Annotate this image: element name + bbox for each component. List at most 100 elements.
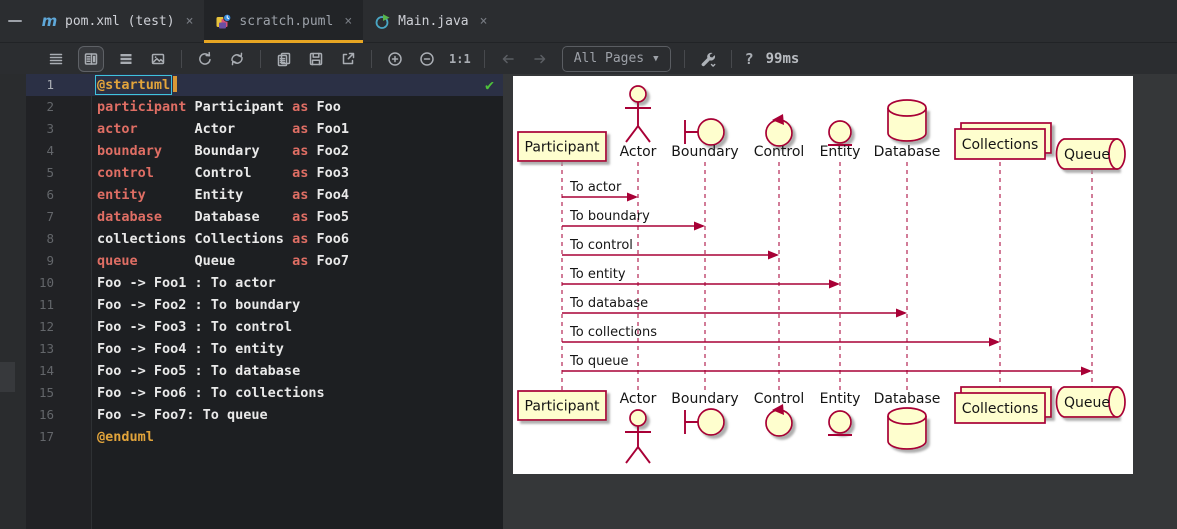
participant-Foo1-top[interactable]: Actor [620,85,657,160]
code-line-8[interactable]: 8 collections Collections as Foo6 [26,228,503,250]
code-text: @enduml [97,429,154,445]
message-5: To database [562,296,907,318]
code-text: queue Queue as Foo7 [97,253,349,269]
split-source-preview-icon[interactable] [78,45,104,72]
save-diagram-icon[interactable] [306,49,326,69]
export-diagram-icon[interactable] [338,49,358,69]
code-line-4[interactable]: 4 boundary Boundary as Foo2 [26,140,503,162]
view-image-icon[interactable] [148,49,168,69]
code-line-10[interactable]: 10 Foo -> Foo1 : To actor [26,272,503,294]
participant-Foo-top[interactable]: Participant [517,131,607,162]
message-label: To collections [569,325,657,340]
code-line-2[interactable]: 2 participant Participant as Foo [26,96,503,118]
prev-page-arrow-icon[interactable] [498,49,518,69]
window-dash-icon[interactable] [0,0,30,42]
help-button[interactable]: ? [745,50,754,68]
reload-icon[interactable] [195,49,215,69]
code-line-13[interactable]: 13 Foo -> Foo4 : To entity [26,338,503,360]
zoom-reset-button[interactable]: 1:1 [449,52,471,66]
code-line-9[interactable]: 9 queue Queue as Foo7 [26,250,503,272]
participant-Foo6-top[interactable]: Collections [954,122,1052,160]
code-line-5[interactable]: 5 control Control as Foo3 [26,162,503,184]
code-line-6[interactable]: 6 entity Entity as Foo4 [26,184,503,206]
code-line-15[interactable]: 15 Foo -> Foo6 : To collections [26,382,503,404]
line-number: 9 [46,253,54,268]
line-number: 5 [46,165,54,180]
refresh-sync-icon[interactable] [227,49,247,69]
next-page-arrow-icon[interactable] [530,49,550,69]
participant-Foo6-bottom[interactable]: Collections [954,386,1052,424]
participant-Foo4-bottom[interactable]: Entity [820,391,861,436]
syntax-ok-check-icon: ✔ [484,76,494,94]
code-editor[interactable]: 1 @startuml ✔ 2 participant Participant as F… [26,74,503,529]
java-runnable-class-icon [374,13,391,30]
code-line-14[interactable]: 14 Foo -> Foo5 : To database [26,360,503,382]
message-label: To database [569,296,648,311]
code-line-3[interactable]: 3 actor Actor as Foo1 [26,118,503,140]
chevron-down-icon: ▼ [653,53,659,64]
participant-Foo2-bottom[interactable]: Boundary [671,391,739,436]
tab-label: Main.java [398,13,469,29]
code-line-17[interactable]: 17 @enduml [26,426,503,448]
message-3: To control [562,238,779,260]
line-number: 1 [46,77,54,92]
participant-Foo1-bottom[interactable]: Actor [620,391,657,464]
tool-window-button[interactable] [0,362,15,392]
code-text: Foo -> Foo6 : To collections [97,385,325,401]
zoom-in-icon[interactable] [385,49,405,69]
code-text: @startuml [94,74,178,96]
message-label: To actor [569,180,622,195]
message-label: To boundary [569,209,650,224]
code-line-16[interactable]: 16 Foo -> Foo7: To queue [26,404,503,426]
code-text: Foo -> Foo1 : To actor [97,275,276,291]
message-label: To queue [569,354,629,369]
participant-Foo3-bottom[interactable]: Control [754,391,805,437]
tab-scratch-puml[interactable]: scratch.puml × [204,0,364,43]
participant-Foo3-top[interactable]: Control [754,114,805,160]
participant-Foo2-top[interactable]: Boundary [671,118,739,160]
code-line-12[interactable]: 12 Foo -> Foo3 : To control [26,316,503,338]
line-number: 2 [46,99,54,114]
zoom-out-icon[interactable] [417,49,437,69]
line-number: 17 [38,429,54,444]
message-2: To boundary [562,209,705,231]
puml-toolbar: 1:1 All Pages ▼ ? 99ms [0,43,1177,74]
message-7: To queue [562,354,1092,376]
message-4: To entity [562,267,840,289]
code-text: boundary Boundary as Foo2 [97,143,349,159]
participant-name: Participant [525,140,600,156]
tab-main-java[interactable]: Main.java × [363,0,498,42]
code-line-7[interactable]: 7 database Database as Foo5 [26,206,503,228]
code-text: Foo -> Foo5 : To database [97,363,301,379]
pages-dropdown[interactable]: All Pages ▼ [561,45,671,72]
participant-Foo7-bottom[interactable]: Queue [1055,386,1126,418]
participant-name: Collections [962,137,1039,153]
view-preview-rows-icon[interactable] [116,49,136,69]
message-label: To control [569,238,633,253]
settings-wrench-icon[interactable] [698,49,718,69]
view-source-icon[interactable] [46,49,66,69]
participant-Foo7-top[interactable]: Queue [1055,138,1126,170]
close-tab-icon[interactable]: × [344,14,352,29]
participant-name: Collections [962,401,1039,417]
ide-window: m pom.xml (test) × scratch.puml × Main.j… [0,0,1177,529]
copy-diagram-icon[interactable] [274,49,294,69]
toolbar-separator [483,49,485,68]
participant-Foo5-top[interactable]: Database [874,99,941,160]
line-number: 6 [46,187,54,202]
participant-Foo4-top[interactable]: Entity [820,120,861,160]
render-time-label: 99ms [765,50,800,67]
tab-pom-xml[interactable]: m pom.xml (test) × [30,0,204,42]
code-line-1[interactable]: 1 @startuml ✔ [26,74,503,96]
close-tab-icon[interactable]: × [480,14,488,29]
close-tab-icon[interactable]: × [186,14,194,29]
diagram-canvas[interactable]: Participant Participant Actor Actor Boundary… [513,76,1133,474]
participant-Foo5-bottom[interactable]: Database [874,391,941,450]
tab-label: pom.xml (test) [65,13,175,29]
line-number: 16 [38,407,54,422]
participant-Foo-bottom[interactable]: Participant [517,390,607,421]
code-text: control Control as Foo3 [97,165,349,181]
participant-name: Actor [620,391,657,407]
code-line-11[interactable]: 11 Foo -> Foo2 : To boundary [26,294,503,316]
participant-name: Database [874,144,941,160]
